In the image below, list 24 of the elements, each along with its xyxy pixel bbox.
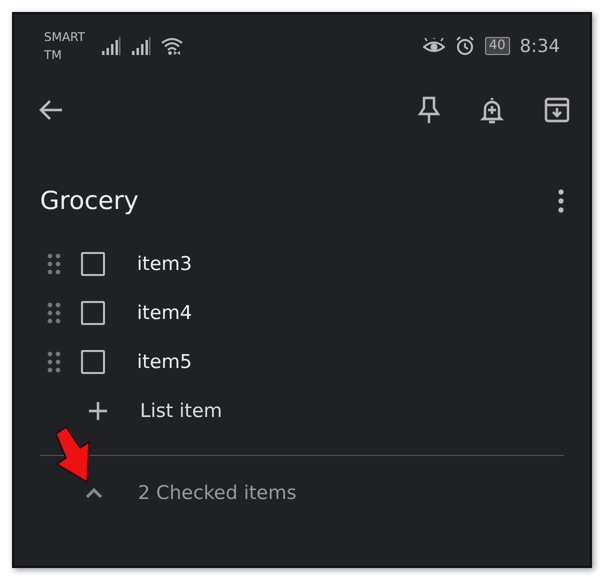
drag-handle-icon[interactable] bbox=[47, 302, 61, 324]
plus-icon[interactable] bbox=[87, 400, 109, 422]
eye-icon bbox=[423, 38, 446, 54]
checkbox[interactable] bbox=[81, 300, 105, 324]
pin-button[interactable] bbox=[416, 94, 442, 126]
list-item-text: item5 bbox=[137, 350, 192, 372]
list-item-text: item4 bbox=[137, 302, 192, 324]
signal-icon bbox=[100, 37, 121, 55]
drag-handle-icon[interactable] bbox=[47, 350, 61, 372]
collapse-button[interactable] bbox=[84, 487, 104, 499]
alarm-clock-icon bbox=[455, 36, 476, 56]
clock-time: 8:34 bbox=[520, 36, 560, 56]
signal-icon bbox=[130, 37, 151, 55]
list-item-text: item3 bbox=[137, 252, 192, 274]
wifi-icon bbox=[160, 37, 183, 55]
checkbox[interactable] bbox=[81, 252, 105, 276]
note-title: Grocery bbox=[40, 186, 139, 215]
list-item-field[interactable]: List item bbox=[140, 400, 340, 422]
carrier-name: SMART TM bbox=[44, 29, 85, 64]
drag-handle-icon[interactable] bbox=[47, 252, 61, 274]
checked-items-label[interactable]: 2 Checked items bbox=[138, 482, 297, 504]
more-options-button[interactable] bbox=[556, 186, 566, 214]
battery-indicator: 40 bbox=[485, 37, 510, 55]
checkbox[interactable] bbox=[81, 350, 105, 374]
